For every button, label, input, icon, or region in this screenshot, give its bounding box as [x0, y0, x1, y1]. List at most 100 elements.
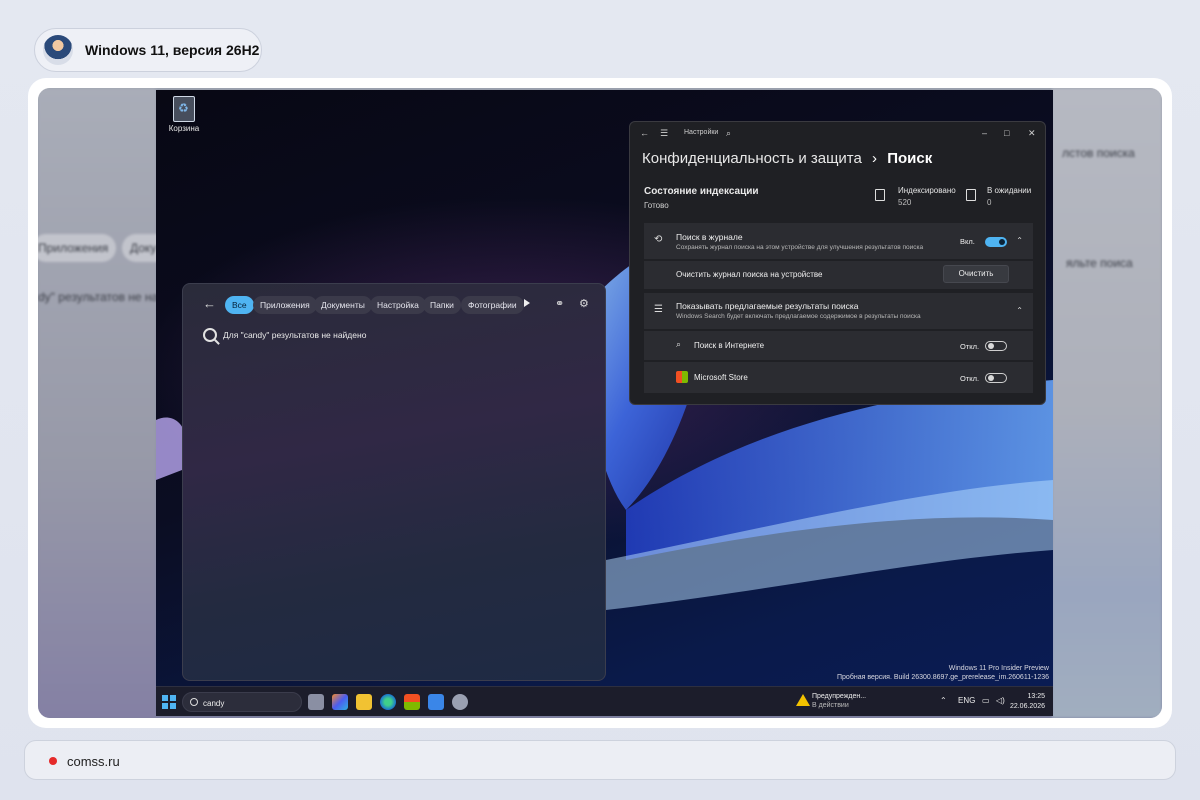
- store-label: Microsoft Store: [694, 373, 748, 382]
- chevron-up-icon[interactable]: ⌃: [1016, 306, 1023, 315]
- taskbar-search-box[interactable]: [182, 692, 302, 712]
- microsoft-store-icon[interactable]: [404, 694, 420, 710]
- tab-documents[interactable]: Документы: [314, 296, 372, 314]
- taskbar-search-input[interactable]: [203, 696, 293, 710]
- blurred-right-panel: лстов поиска яльте поиса: [1052, 88, 1162, 718]
- breadcrumb-current: Поиск: [887, 150, 933, 167]
- pending-label: В ожидании: [987, 186, 1032, 195]
- footer-site[interactable]: comss.ru: [67, 754, 120, 769]
- windows-start-icon[interactable]: [162, 695, 176, 709]
- chevron-up-icon[interactable]: ⌃: [1016, 236, 1023, 245]
- edge-browser-icon[interactable]: [380, 694, 396, 710]
- mail-icon[interactable]: [428, 694, 444, 710]
- no-results-message: Для "candy" результатов не найдено: [203, 328, 366, 342]
- avatar-icon: [43, 35, 73, 65]
- share-icon[interactable]: ⚭: [555, 297, 564, 310]
- clear-history-row: Очистить журнал поиска на устройстве Очи…: [644, 261, 1033, 289]
- back-arrow-icon[interactable]: ←: [203, 296, 216, 311]
- blurred-chip-label: Доку: [130, 241, 157, 255]
- chevron-up-icon[interactable]: ⌃: [940, 696, 947, 705]
- search-icon: [203, 328, 217, 342]
- settings-gear-icon[interactable]: [452, 694, 468, 710]
- monitor-icon[interactable]: ▭: [982, 696, 990, 705]
- recycle-bin-label: Корзина: [168, 124, 200, 133]
- breadcrumb: Конфиденциальность и защита › Поиск: [642, 150, 932, 167]
- copilot-icon[interactable]: [332, 694, 348, 710]
- clock-date: 22.06.2026: [1009, 703, 1045, 710]
- indexed-value: 520: [898, 198, 912, 207]
- tab-apps[interactable]: Приложения: [253, 296, 317, 314]
- warning-line2: В действии: [812, 702, 849, 709]
- history-title: Поиск в журнале: [676, 232, 743, 242]
- tab-folders[interactable]: Папки: [423, 296, 461, 314]
- web-search-label: Поиск в Интернете: [694, 341, 765, 350]
- close-icon[interactable]: ✕: [1028, 128, 1036, 139]
- tab-all[interactable]: Все: [225, 296, 254, 314]
- tab-settings[interactable]: Настройка: [370, 296, 426, 314]
- page-title: Windows 11, версия 26H2: [85, 42, 260, 58]
- warning-notification[interactable]: Предупрежден... В действии: [812, 692, 866, 710]
- settings-app-title: Настройки: [684, 129, 719, 136]
- desktop: Корзина ← Все Приложения Документы Настр…: [156, 90, 1053, 716]
- search-icon: [190, 698, 198, 706]
- blurred-left-panel: Приложения Доку dy" результатов не на: [38, 88, 172, 718]
- search-icon: ⌕: [676, 339, 682, 349]
- history-subtitle: Сохранять журнал поиска на этом устройст…: [676, 244, 924, 251]
- maximize-icon[interactable]: □: [1004, 128, 1009, 138]
- microsoft-store-icon: [676, 371, 688, 383]
- pending-value: 0: [987, 198, 992, 207]
- web-search-state: Откл.: [960, 342, 980, 351]
- suggested-results-row[interactable]: ☰ Показывать предлагаемые результаты пои…: [644, 293, 1033, 329]
- breadcrumb-separator: ›: [872, 150, 878, 167]
- clock[interactable]: 13:25 22.06.2026: [1010, 692, 1045, 712]
- minimize-icon[interactable]: –: [982, 128, 987, 138]
- back-arrow-icon[interactable]: ←: [640, 128, 649, 138]
- suggested-title: Показывать предлагаемые результаты поиск…: [676, 301, 859, 311]
- clear-history-label: Очистить журнал поиска на устройстве: [676, 270, 823, 279]
- web-search-toggle[interactable]: [985, 341, 1007, 351]
- breadcrumb-parent[interactable]: Конфиденциальность и защита: [642, 150, 862, 167]
- indexing-title: Состояние индексации: [644, 186, 759, 197]
- volume-icon[interactable]: ◁): [996, 696, 1005, 705]
- store-state: Откл.: [960, 374, 980, 383]
- language-indicator[interactable]: ENG: [958, 696, 975, 705]
- blurred-text: яльте поиса: [1066, 256, 1133, 270]
- watermark-line2: Пробная версия. Build 26300.8697.ge_prer…: [837, 674, 1049, 681]
- search-filter-bar: ← Все Приложения Документы Настройка Пап…: [183, 294, 607, 316]
- blurred-text: dy" результатов не на: [38, 290, 159, 304]
- list-icon: ☰: [654, 304, 663, 315]
- indexing-status: Готово: [644, 201, 669, 210]
- search-flyout: ← Все Приложения Документы Настройка Пап…: [182, 283, 606, 681]
- history-state: Вкл.: [960, 237, 975, 246]
- search-icon[interactable]: ⌕: [726, 128, 731, 139]
- settings-titlebar: ← ☰ Настройки ⌕ – □ ✕: [630, 122, 1045, 146]
- indexed-stat: Индексировано 520: [898, 186, 956, 207]
- store-row: Microsoft Store Откл.: [644, 362, 1033, 393]
- search-history-row[interactable]: ⟲ Поиск в журнале Сохранять журнал поиск…: [644, 223, 1033, 259]
- blurred-chip-label: Приложения: [38, 241, 109, 255]
- watermark-line1: Windows 11 Pro Insider Preview: [948, 665, 1049, 672]
- tab-photos[interactable]: Фотографии: [461, 296, 524, 314]
- file-explorer-icon[interactable]: [356, 694, 372, 710]
- no-results-text: Для "candy" результатов не найдено: [223, 330, 367, 340]
- hamburger-icon[interactable]: ☰: [660, 128, 668, 139]
- recycle-bin-shortcut[interactable]: Корзина: [164, 96, 204, 133]
- header-pill: Windows 11, версия 26H2: [34, 28, 262, 72]
- history-toggle[interactable]: [985, 237, 1007, 247]
- store-toggle[interactable]: [985, 373, 1007, 383]
- screenshot-frame: Приложения Доку dy" результатов не на лс…: [38, 88, 1162, 718]
- web-search-row: ⌕ Поиск в Интернете Откл.: [644, 331, 1033, 360]
- os-watermark: Windows 11 Pro Insider Preview Пробная в…: [837, 664, 1049, 682]
- more-tabs-arrow-icon[interactable]: [524, 299, 530, 307]
- history-icon: ⟲: [654, 234, 663, 245]
- gear-icon[interactable]: ⚙: [579, 297, 589, 310]
- screenshot-card: Приложения Доку dy" результатов не на лс…: [28, 78, 1172, 728]
- task-view-icon[interactable]: [308, 694, 324, 710]
- pending-stat: В ожидании 0: [987, 186, 1031, 207]
- warning-line1: Предупрежден...: [812, 693, 867, 700]
- footer-bar: comss.ru: [24, 740, 1176, 780]
- taskbar: Предупрежден... В действии ⌃ ENG ▭ ◁) 13…: [156, 686, 1053, 716]
- clear-button[interactable]: Очистить: [943, 265, 1009, 283]
- suggested-subtitle: Windows Search будет включать предлагаем…: [676, 313, 921, 320]
- warning-icon[interactable]: [796, 694, 810, 706]
